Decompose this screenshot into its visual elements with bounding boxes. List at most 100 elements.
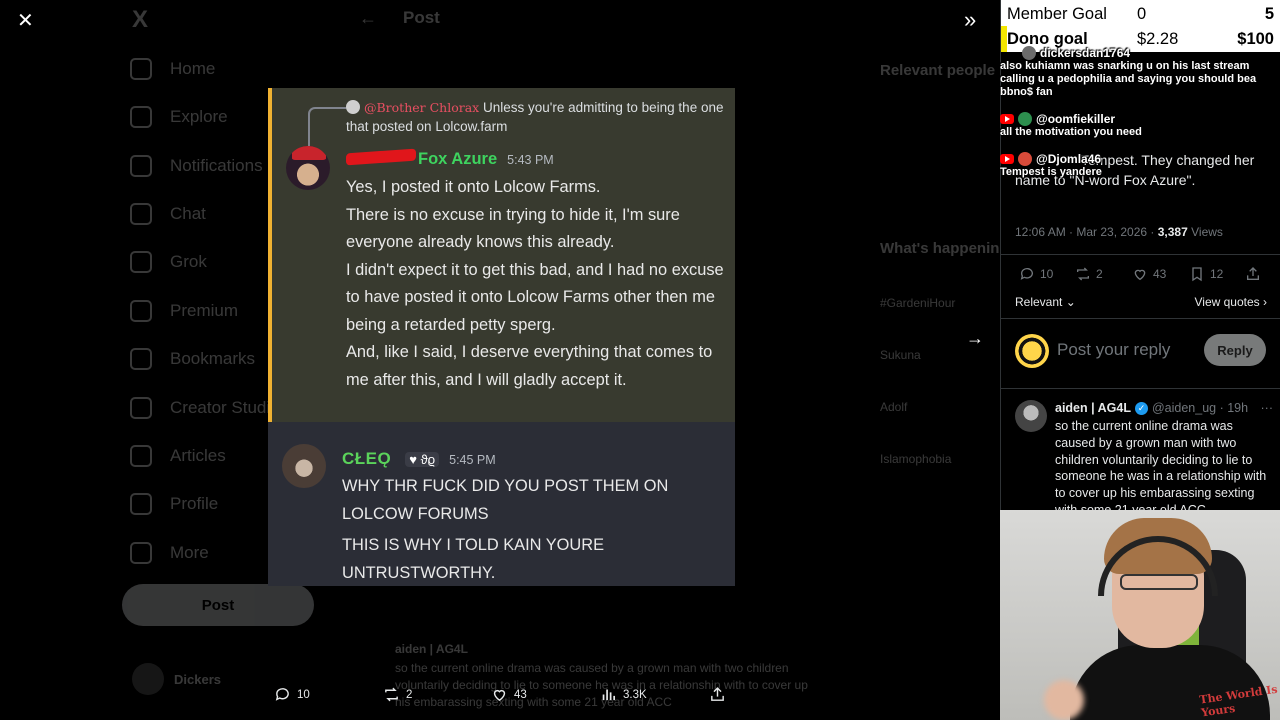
message-line: There is no excuse in trying to hide it,… <box>346 205 680 252</box>
reply-sort-row: Relevant ⌄ View quotes › <box>1015 295 1267 309</box>
bg-relevant-title: Relevant people <box>880 62 996 79</box>
message-body: WHY THR FUCK DID YOU POST THEM ON LOLCOW… <box>342 473 727 586</box>
message-header: CŁEǪ ♥ ϑϱ 5:45 PM <box>342 449 496 469</box>
chat-message: @oomfiekiller all the motivation you nee… <box>1000 112 1280 139</box>
reply-action[interactable]: 10 <box>274 686 310 703</box>
reply-author-handle: @aiden_ug · 19h <box>1151 401 1249 415</box>
sidebar-item-articles: Articles <box>130 445 226 467</box>
share-button[interactable] <box>1245 266 1261 282</box>
message-line: WHY THR FUCK DID YOU POST THEM ON LOLCOW… <box>342 477 669 523</box>
repost-action[interactable]: 2 <box>383 686 412 703</box>
chat-text: Tempest is yandere <box>1000 166 1102 178</box>
sidebar-item-notifications: Notifications <box>130 155 263 177</box>
like-action[interactable]: 43 <box>491 686 527 703</box>
close-icon[interactable]: ✕ <box>17 10 34 32</box>
comment-icon <box>275 688 289 701</box>
avatar <box>1015 334 1049 368</box>
more-circle-icon <box>130 542 152 564</box>
search-icon <box>130 106 152 128</box>
divider <box>1001 388 1280 389</box>
chevron-right-icon: › <box>1259 295 1267 309</box>
reply-composer: Post your reply Reply <box>1001 330 1280 390</box>
bg-trend-2: Sukuna <box>880 348 921 362</box>
sidebar-item-explore: Explore <box>130 106 228 128</box>
sidebar-item-chat: Chat <box>130 203 206 225</box>
chat-user: @oomfiekiller <box>1000 112 1280 126</box>
x-logo: X <box>132 6 149 33</box>
reply-count-button[interactable]: 10 <box>1019 266 1053 282</box>
message-body: Yes, I posted it onto Lolcow Farms. Ther… <box>346 174 731 394</box>
media-image: @Brother Chlorax Unless you're admitting… <box>268 88 735 586</box>
member-goal-row: Member Goal 0 5 <box>1001 1 1280 27</box>
chevron-down-icon: ⌄ <box>1062 295 1076 309</box>
reply-author-name[interactable]: aiden | AG4L <box>1055 401 1131 415</box>
message-line: Yes, I posted it onto Lolcow Farms. <box>346 178 601 196</box>
mail-icon <box>130 203 152 225</box>
premium-icon <box>130 300 152 322</box>
message-time: 5:43 PM <box>507 153 554 167</box>
chat-text: all the motivation you need <box>1000 126 1142 138</box>
sidebar-item-profile: Profile <box>130 493 218 515</box>
like-count-button[interactable]: 43 <box>1132 266 1166 282</box>
chevrons-right-icon[interactable]: » <box>964 9 976 31</box>
reply-input[interactable]: Post your reply <box>1057 340 1170 360</box>
member-goal-current: 0 <box>1137 4 1147 23</box>
repost-icon <box>385 687 398 702</box>
sidebar-item-grok: Grok <box>130 251 207 273</box>
share-icon <box>1247 267 1259 280</box>
heart-icon <box>1134 269 1146 281</box>
heart-icon <box>493 689 506 702</box>
reply-button[interactable]: Reply <box>1204 334 1266 366</box>
member-goal-target: 5 <box>1264 4 1274 23</box>
heart-badge-icon: ♥ ϑϱ <box>405 452 440 467</box>
message-time: 5:45 PM <box>449 453 496 467</box>
redaction-mark <box>346 148 416 166</box>
chat-avatar <box>1022 46 1036 60</box>
message-author: Fox Azure <box>346 148 497 169</box>
webcam-feed: The World Is Yours <box>1000 510 1280 720</box>
sidebar-item-creator-studio: Creator Studio <box>130 397 280 419</box>
sidebar-item-home: Home <box>130 58 215 80</box>
sort-dropdown[interactable]: Relevant ⌄ <box>1015 295 1076 309</box>
tweet-views-count: 3,387 <box>1157 225 1188 239</box>
chat-avatar <box>1018 112 1032 126</box>
tweet-stats: 10 2 43 12 <box>1001 266 1280 288</box>
chat-text: also kuhiamn was snarking u on his last … <box>1000 60 1257 98</box>
youtube-icon <box>1000 154 1014 164</box>
bg-trend-1: #GardeniHour <box>880 296 956 310</box>
share-icon <box>711 687 724 701</box>
stream-chat-overlay: dickersdan1764 also kuhiamn was snarking… <box>1000 46 1280 186</box>
share-action[interactable] <box>709 686 726 703</box>
view-quotes-link[interactable]: View quotes › <box>1195 295 1268 309</box>
mini-avatar <box>346 100 360 114</box>
more-icon[interactable]: ··· <box>1261 401 1274 415</box>
chat-user: dickersdan1764 <box>1000 46 1280 60</box>
reply-ref-user: @Brother Chlorax <box>364 100 480 115</box>
bookmark-count-button[interactable]: 12 <box>1189 266 1223 282</box>
bg-header-title: Post <box>403 8 440 27</box>
avatar <box>282 444 326 488</box>
message-header: Fox Azure 5:43 PM <box>346 148 554 169</box>
bg-happening-title: What's happening <box>880 240 1009 257</box>
bg-post-button: Post <box>122 584 314 626</box>
message-line: And, like I said, I deserve everything t… <box>346 343 713 389</box>
comment-icon <box>1020 268 1033 280</box>
back-arrow-icon: ← <box>359 8 377 28</box>
arrow-right-icon[interactable]: → <box>966 327 984 349</box>
bg-reply-name: aiden | AG4L <box>395 642 468 656</box>
tweet-meta: 12:06 AM · Mar 23, 2026 · 3,387 Views <box>1015 225 1223 239</box>
repost-count-button[interactable]: 2 <box>1075 266 1103 282</box>
message-line: THIS IS WHY I TOLD KAIN YOURE UNTRUSTWOR… <box>342 536 605 582</box>
chat-message: @Djomla46 Tempest is yandere <box>1000 152 1280 179</box>
reply-reference: @Brother Chlorax Unless you're admitting… <box>346 98 726 136</box>
avatar[interactable] <box>1015 400 1047 432</box>
bg-trend-3: Adolf <box>880 400 908 414</box>
sidebar-item-more: More <box>130 542 209 564</box>
reply-connector <box>308 107 346 147</box>
views-action[interactable]: 3.3K <box>600 686 647 703</box>
sidebar-item-bookmarks: Bookmarks <box>130 348 255 370</box>
member-goal-label: Member Goal <box>1007 4 1107 23</box>
reply-tweet-text: so the current online drama was caused b… <box>1055 419 1267 517</box>
tweet-time: 12:06 AM · Mar 23, 2026 · <box>1015 225 1158 239</box>
divider <box>1001 318 1280 319</box>
